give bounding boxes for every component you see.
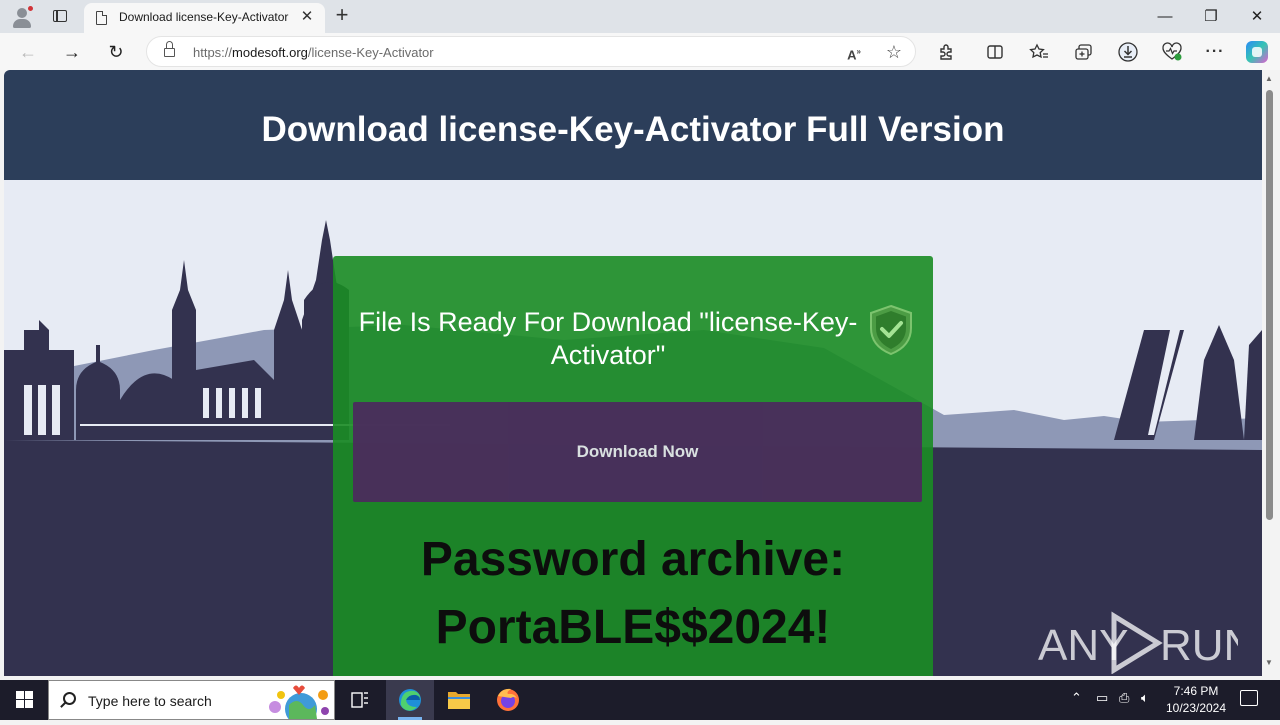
favorites-icon[interactable] bbox=[1027, 40, 1051, 64]
anyrun-watermark: ANY RUN bbox=[1038, 610, 1255, 675]
download-now-button[interactable]: Download Now bbox=[353, 402, 922, 502]
search-highlight-art-icon bbox=[269, 685, 329, 719]
read-aloud-icon[interactable]: A» bbox=[844, 42, 864, 62]
back-button[interactable]: ← bbox=[14, 38, 42, 66]
clock-time: 7:46 PM bbox=[1173, 684, 1219, 698]
split-screen-icon[interactable] bbox=[983, 40, 1007, 64]
volume-icon[interactable]: 🔈︎ bbox=[1141, 690, 1149, 706]
download-card: File Is Ready For Download "license-Key-… bbox=[333, 256, 933, 676]
network-icon[interactable]: ⎙ bbox=[1119, 690, 1129, 706]
page-scrollbar[interactable]: ▲ ▼ bbox=[1262, 70, 1276, 676]
downloads-icon[interactable] bbox=[1116, 40, 1140, 64]
maximize-button[interactable]: ❐ bbox=[1188, 0, 1234, 33]
extensions-icon[interactable] bbox=[935, 40, 959, 64]
taskbar-clock[interactable]: 7:46 PM 10/23/2024 bbox=[1160, 683, 1232, 717]
svg-text:RUN: RUN bbox=[1160, 621, 1238, 670]
notification-center-icon[interactable] bbox=[1240, 690, 1258, 706]
url-text[interactable]: https://modesoft.org/license-Key-Activat… bbox=[193, 45, 434, 60]
tab-actions-icon[interactable] bbox=[50, 6, 70, 26]
more-icon[interactable]: ··· bbox=[1203, 40, 1227, 64]
refresh-button[interactable]: ↻ bbox=[102, 38, 130, 66]
search-icon bbox=[63, 692, 76, 705]
minimize-button[interactable]: — bbox=[1142, 0, 1188, 33]
browser-essentials-icon[interactable] bbox=[1160, 40, 1184, 64]
lock-icon[interactable] bbox=[164, 41, 175, 58]
password-label: Password archive: bbox=[420, 533, 846, 586]
page-viewport: Download license-Key-Activator Full Vers… bbox=[4, 70, 1262, 676]
shield-check-icon bbox=[870, 304, 912, 356]
scroll-down-arrow-icon[interactable]: ▼ bbox=[1265, 658, 1273, 667]
browser-toolbar: ← → ↻ https://modesoft.org/license-Key-A… bbox=[0, 33, 1280, 70]
tab-strip: Download license-Key-Activator ✕ + — ❐ ✕ bbox=[0, 0, 1280, 33]
forward-button[interactable]: → bbox=[58, 38, 86, 66]
scroll-thumb[interactable] bbox=[1266, 90, 1273, 520]
tray-chevron-icon[interactable]: ⌃ bbox=[1071, 690, 1082, 706]
clock-date: 10/23/2024 bbox=[1165, 701, 1227, 715]
profile-avatar-icon[interactable] bbox=[10, 5, 34, 29]
file-explorer-icon[interactable] bbox=[435, 680, 483, 720]
edge-icon[interactable] bbox=[386, 680, 434, 720]
windows-taskbar: Type here to search ⌃ ▭ ⎙ 🔈︎ 7:46 PM 10/… bbox=[0, 680, 1280, 720]
tab-title: Download license-Key-Activator bbox=[119, 10, 289, 24]
task-view-icon[interactable] bbox=[336, 680, 384, 720]
close-window-button[interactable]: ✕ bbox=[1234, 0, 1280, 33]
page-icon bbox=[96, 10, 108, 25]
battery-icon[interactable]: ▭ bbox=[1096, 690, 1108, 706]
new-tab-button[interactable]: + bbox=[330, 4, 354, 28]
tab-close-icon[interactable]: ✕ bbox=[298, 8, 316, 26]
scroll-up-arrow-icon[interactable]: ▲ bbox=[1265, 74, 1273, 83]
taskbar-search-box[interactable]: Type here to search bbox=[48, 680, 335, 720]
collections-icon[interactable] bbox=[1072, 40, 1096, 64]
address-bar[interactable]: https://modesoft.org/license-Key-Activat… bbox=[146, 36, 916, 67]
firefox-icon[interactable] bbox=[484, 680, 532, 720]
page-header: Download license-Key-Activator Full Vers… bbox=[4, 70, 1262, 180]
favorite-star-icon[interactable]: ☆ bbox=[884, 42, 904, 62]
tab-active[interactable]: Download license-Key-Activator ✕ bbox=[84, 3, 325, 33]
file-ready-text: File Is Ready For Download "license-Key-… bbox=[358, 307, 858, 370]
search-placeholder: Type here to search bbox=[88, 693, 212, 709]
copilot-icon[interactable] bbox=[1246, 41, 1268, 63]
password-value: PortaBLE$$2024! bbox=[435, 601, 831, 654]
page-title: Download license-Key-Activator Full Vers… bbox=[261, 110, 1005, 149]
start-button[interactable] bbox=[0, 680, 48, 720]
